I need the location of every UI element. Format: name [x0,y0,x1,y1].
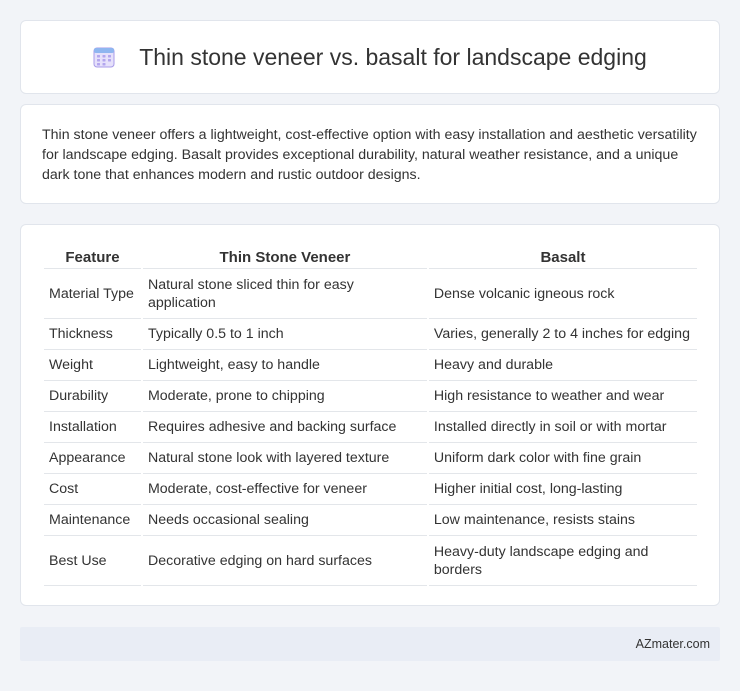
basalt-cell: Heavy-duty landscape edging and borders [428,536,697,586]
veneer-cell: Lightweight, easy to handle [142,350,427,381]
basalt-cell: Heavy and durable [428,350,697,381]
table-header-row: Feature Thin Stone Veneer Basalt [44,245,697,269]
table-row: Material Type Natural stone sliced thin … [44,269,697,319]
feature-cell: Installation [44,412,141,443]
title-card: Thin stone veneer vs. basalt for landsca… [20,20,720,94]
basalt-cell: Varies, generally 2 to 4 inches for edgi… [428,319,697,350]
basalt-cell: Uniform dark color with fine grain [428,443,697,474]
table-row: Thickness Typically 0.5 to 1 inch Varies… [44,319,697,350]
table-row: Best Use Decorative edging on hard surfa… [44,536,697,586]
header-basalt: Basalt [428,245,697,269]
footer: AZmater.com [20,627,720,661]
veneer-cell: Natural stone sliced thin for easy appli… [142,269,427,319]
basalt-cell: Low maintenance, resists stains [428,505,697,536]
veneer-cell: Moderate, cost-effective for veneer [142,474,427,505]
table-row: Installation Requires adhesive and backi… [44,412,697,443]
summary-text: Thin stone veneer offers a lightweight, … [42,127,697,183]
summary-card: Thin stone veneer offers a lightweight, … [20,104,720,204]
feature-cell: Thickness [44,319,141,350]
feature-cell: Cost [44,474,141,505]
page-title: Thin stone veneer vs. basalt for landsca… [139,43,647,70]
footer-site-link[interactable]: AZmater.com [636,637,710,651]
calendar-icon [93,46,115,68]
basalt-cell: Higher initial cost, long-lasting [428,474,697,505]
feature-cell: Appearance [44,443,141,474]
basalt-cell: High resistance to weather and wear [428,381,697,412]
basalt-cell: Dense volcanic igneous rock [428,269,697,319]
basalt-cell: Installed directly in soil or with morta… [428,412,697,443]
feature-cell: Durability [44,381,141,412]
table-row: Maintenance Needs occasional sealing Low… [44,505,697,536]
table-row: Appearance Natural stone look with layer… [44,443,697,474]
veneer-cell: Requires adhesive and backing surface [142,412,427,443]
header-feature: Feature [44,245,141,269]
comparison-table: Feature Thin Stone Veneer Basalt Materia… [42,245,699,586]
veneer-cell: Natural stone look with layered texture [142,443,427,474]
veneer-cell: Decorative edging on hard surfaces [142,536,427,586]
feature-cell: Material Type [44,269,141,319]
table-row: Weight Lightweight, easy to handle Heavy… [44,350,697,381]
header-thin-stone-veneer: Thin Stone Veneer [142,245,427,269]
table-row: Cost Moderate, cost-effective for veneer… [44,474,697,505]
veneer-cell: Moderate, prone to chipping [142,381,427,412]
comparison-table-card: Feature Thin Stone Veneer Basalt Materia… [20,224,720,606]
feature-cell: Weight [44,350,141,381]
feature-cell: Maintenance [44,505,141,536]
veneer-cell: Typically 0.5 to 1 inch [142,319,427,350]
table-row: Durability Moderate, prone to chipping H… [44,381,697,412]
feature-cell: Best Use [44,536,141,586]
veneer-cell: Needs occasional sealing [142,505,427,536]
